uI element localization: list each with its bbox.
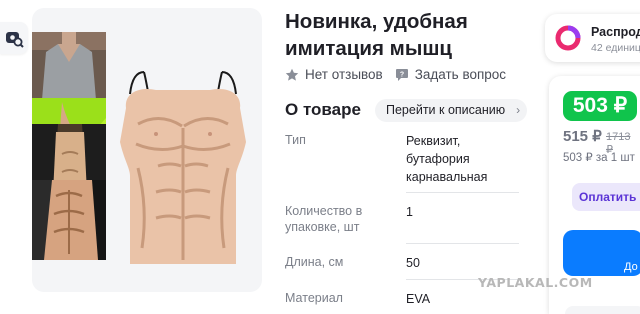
spec-value: 50 [406,256,420,270]
photo-search-icon [6,32,24,48]
product-meta-row: Нет отзывов ? Задать вопрос [285,67,506,82]
chevron-right-icon: › [516,103,521,117]
star-icon [285,68,299,81]
pay-button[interactable]: Оплатить п [572,183,640,211]
spec-key: Материал [285,291,343,305]
spec-value: Реквизит, бутафория карнавальная [406,134,488,184]
spec-key: Тип [285,133,306,147]
thumbnail-tanktop[interactable] [32,32,106,100]
seller-card[interactable]: Распрод 42 единиц [545,14,640,62]
spec-key: Количество в упаковке, шт [285,204,363,234]
goto-description-label: Перейти к описанию [386,103,506,117]
thumbnail-abs-closeup[interactable] [32,180,106,260]
divider [406,243,519,244]
spec-key: Длина, см [285,255,344,269]
add-to-cart-button[interactable]: До [563,230,640,276]
seller-count: 42 единиц [591,42,640,54]
old-price: 515 ₽ [563,128,602,145]
reviews-link[interactable]: Нет отзывов [285,67,383,82]
svg-text:?: ? [400,71,404,78]
divider [406,192,519,193]
add-to-cart-label: До [624,261,638,273]
ask-question-label: Задать вопрос [414,67,507,82]
question-chat-icon: ? [395,68,408,81]
spec-value: 1 [406,205,413,219]
seller-logo-icon [555,25,581,51]
photo-search-button[interactable] [0,22,28,54]
ask-question-link[interactable]: ? Задать вопрос [395,67,506,82]
unit-price: 503 ₽ за 1 шт [563,152,635,164]
product-title: Новинка, удобная имитация мышц [285,10,468,60]
watermark: YAPLAKAL.COM [478,275,593,290]
main-product-image[interactable] [108,68,258,268]
reviews-label: Нет отзывов [305,67,383,82]
spec-value: EVA [406,292,431,306]
seller-name: Распрод [591,25,640,39]
bottom-card [565,306,640,314]
about-title: О товаре [285,100,361,119]
current-price: 503 ₽ [563,91,637,121]
goto-description-button[interactable]: Перейти к описанию › [375,99,528,122]
